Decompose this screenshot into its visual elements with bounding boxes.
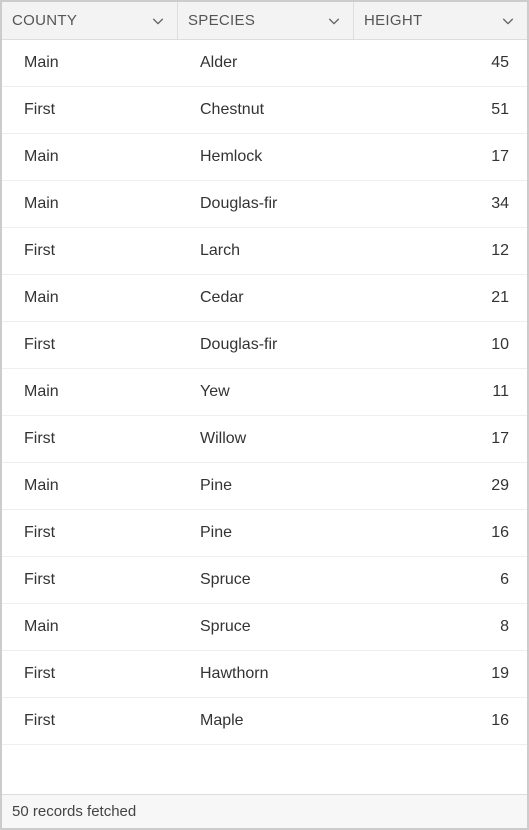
cell-species: Spruce xyxy=(178,604,354,650)
cell-species: Chestnut xyxy=(178,87,354,133)
cell-height: 17 xyxy=(354,416,527,462)
cell-county: First xyxy=(2,510,178,556)
table-row[interactable]: MainPine29 xyxy=(2,463,527,510)
table-row[interactable]: MainCedar21 xyxy=(2,275,527,322)
table-row[interactable]: MainAlder45 xyxy=(2,40,527,87)
cell-species: Hemlock xyxy=(178,134,354,180)
grid-header: COUNTY SPECIES HEIGHT xyxy=(2,2,527,40)
table-row[interactable]: MainHemlock17 xyxy=(2,134,527,181)
column-header-label: SPECIES xyxy=(188,12,255,29)
cell-height: 17 xyxy=(354,134,527,180)
cell-height: 34 xyxy=(354,181,527,227)
cell-species: Larch xyxy=(178,228,354,274)
cell-species: Pine xyxy=(178,510,354,556)
column-header-species[interactable]: SPECIES xyxy=(178,2,354,39)
data-grid: COUNTY SPECIES HEIGHT MainAlder45FirstCh… xyxy=(0,0,529,830)
table-row[interactable]: FirstChestnut51 xyxy=(2,87,527,134)
cell-species: Hawthorn xyxy=(178,651,354,697)
column-header-label: COUNTY xyxy=(12,12,77,29)
cell-species: Spruce xyxy=(178,557,354,603)
table-row[interactable]: MainDouglas-fir34 xyxy=(2,181,527,228)
column-header-label: HEIGHT xyxy=(364,12,422,29)
cell-county: First xyxy=(2,416,178,462)
cell-height: 16 xyxy=(354,698,527,744)
cell-county: Main xyxy=(2,134,178,180)
table-row[interactable]: FirstDouglas-fir10 xyxy=(2,322,527,369)
cell-species: Yew xyxy=(178,369,354,415)
table-row[interactable]: MainSpruce8 xyxy=(2,604,527,651)
table-row[interactable]: FirstLarch12 xyxy=(2,228,527,275)
chevron-down-icon[interactable] xyxy=(327,14,341,28)
cell-species: Cedar xyxy=(178,275,354,321)
cell-county: First xyxy=(2,87,178,133)
cell-height: 10 xyxy=(354,322,527,368)
cell-species: Douglas-fir xyxy=(178,322,354,368)
cell-species: Pine xyxy=(178,463,354,509)
table-row[interactable]: FirstSpruce6 xyxy=(2,557,527,604)
column-header-county[interactable]: COUNTY xyxy=(2,2,178,39)
cell-height: 21 xyxy=(354,275,527,321)
chevron-down-icon[interactable] xyxy=(501,14,515,28)
cell-county: Main xyxy=(2,369,178,415)
cell-county: Main xyxy=(2,275,178,321)
cell-species: Willow xyxy=(178,416,354,462)
cell-species: Maple xyxy=(178,698,354,744)
cell-height: 16 xyxy=(354,510,527,556)
cell-height: 45 xyxy=(354,40,527,86)
table-row[interactable]: FirstPine16 xyxy=(2,510,527,557)
cell-height: 51 xyxy=(354,87,527,133)
cell-height: 29 xyxy=(354,463,527,509)
cell-height: 6 xyxy=(354,557,527,603)
table-row[interactable]: MainYew11 xyxy=(2,369,527,416)
cell-county: First xyxy=(2,651,178,697)
table-row[interactable]: FirstMaple16 xyxy=(2,698,527,745)
cell-county: First xyxy=(2,557,178,603)
column-header-height[interactable]: HEIGHT xyxy=(354,2,527,39)
cell-county: First xyxy=(2,698,178,744)
cell-height: 11 xyxy=(354,369,527,415)
cell-county: Main xyxy=(2,604,178,650)
cell-species: Douglas-fir xyxy=(178,181,354,227)
cell-county: First xyxy=(2,228,178,274)
cell-height: 8 xyxy=(354,604,527,650)
cell-species: Alder xyxy=(178,40,354,86)
chevron-down-icon[interactable] xyxy=(151,14,165,28)
cell-height: 12 xyxy=(354,228,527,274)
cell-county: First xyxy=(2,322,178,368)
table-row[interactable]: FirstHawthorn19 xyxy=(2,651,527,698)
cell-county: Main xyxy=(2,181,178,227)
cell-height: 19 xyxy=(354,651,527,697)
grid-footer: 50 records fetched xyxy=(2,794,527,828)
cell-county: Main xyxy=(2,463,178,509)
status-text: 50 records fetched xyxy=(12,803,136,820)
grid-body: MainAlder45FirstChestnut51MainHemlock17M… xyxy=(2,40,527,794)
cell-county: Main xyxy=(2,40,178,86)
table-row[interactable]: FirstWillow17 xyxy=(2,416,527,463)
